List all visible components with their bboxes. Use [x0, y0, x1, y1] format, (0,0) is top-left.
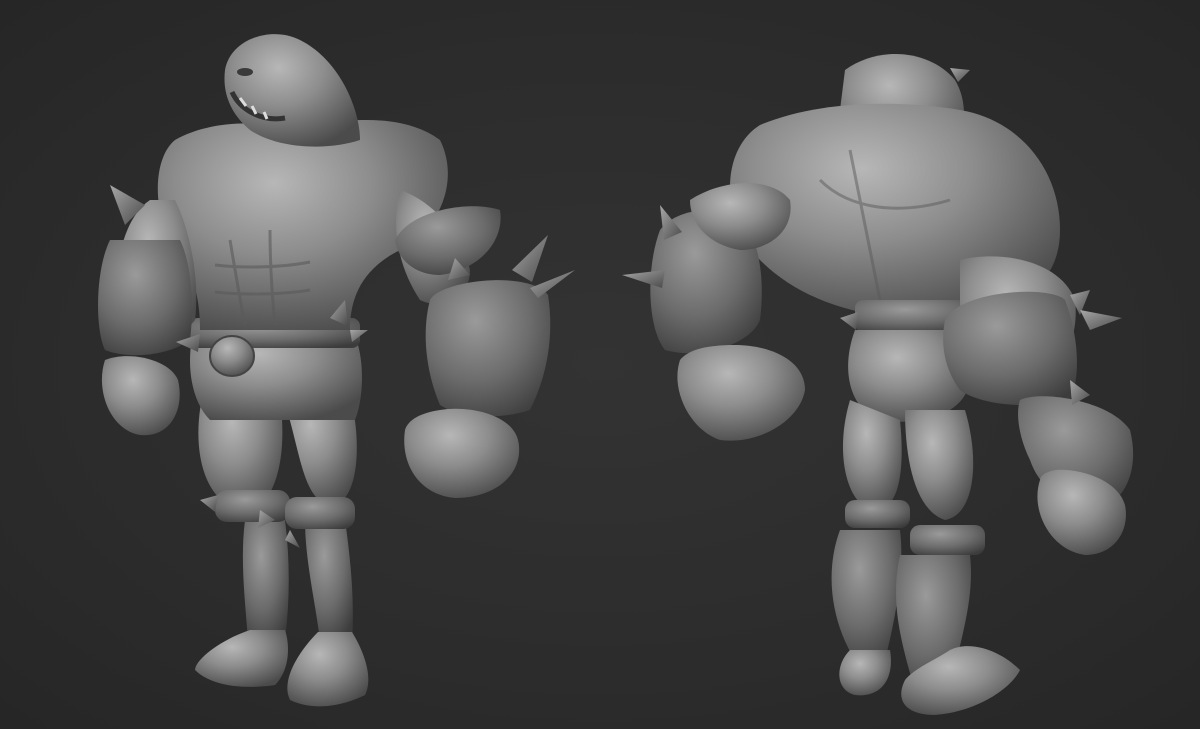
front-left-fist: [101, 356, 180, 436]
front-eye: [237, 68, 253, 76]
back-left-fist: [677, 345, 805, 441]
front-right-spike-3: [530, 270, 575, 298]
front-right-fist: [404, 408, 520, 498]
back-left-spike-2: [622, 270, 665, 288]
front-left-bracer: [98, 240, 192, 356]
back-right-spike-2: [1080, 310, 1122, 330]
back-left-foot: [839, 650, 891, 696]
front-right-bracer: [425, 280, 551, 417]
front-right-shin: [305, 520, 353, 640]
front-left-knee-band: [215, 490, 290, 522]
sculpt-render: [98, 34, 1134, 715]
creature-front-view: [98, 34, 575, 707]
front-belt-buckle: [209, 335, 255, 377]
back-right-knee-band: [910, 525, 985, 555]
front-right-knee-band: [285, 497, 355, 529]
back-right-leg: [905, 410, 974, 520]
back-left-knee-band: [845, 500, 910, 528]
front-left-shin: [242, 520, 289, 640]
front-right-foot: [287, 632, 369, 707]
front-right-spike-2: [512, 235, 548, 282]
creature-back-view: [622, 53, 1134, 715]
front-left-foot: [195, 630, 288, 687]
back-right-bracer: [943, 291, 1077, 406]
render-viewport: [0, 0, 1200, 729]
back-left-calf: [831, 530, 902, 660]
